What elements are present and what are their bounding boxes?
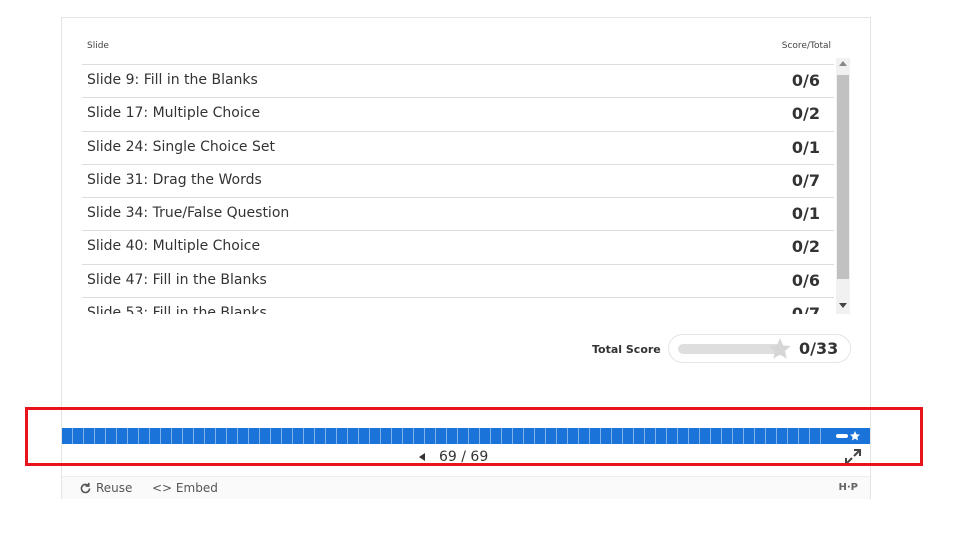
scrollbar-thumb[interactable] [837, 75, 849, 279]
table-row[interactable]: Slide 47: Fill in the Blanks 0/6 [82, 263, 834, 297]
row-slide-name[interactable]: Slide 53: Fill in the Blanks [87, 305, 267, 314]
embed-button[interactable]: <> Embed [152, 481, 218, 495]
h5p-logo[interactable]: H·P [839, 482, 859, 493]
total-score-value: 0/33 [799, 339, 839, 358]
row-slide-name[interactable]: Slide 24: Single Choice Set [87, 139, 275, 155]
table-header: Slide Score/Total [82, 36, 834, 64]
h5p-footer: Reuse <> Embed H·P [62, 476, 870, 499]
row-score: 0/1 [791, 137, 820, 157]
row-score: 0/6 [791, 270, 820, 290]
row-slide-name[interactable]: Slide 34: True/False Question [87, 205, 289, 221]
table-row[interactable]: Slide 17: Multiple Choice 0/2 [82, 97, 834, 130]
star-icon [769, 338, 791, 359]
row-score: 0/6 [791, 71, 820, 90]
row-score: 0/2 [791, 104, 820, 124]
row-slide-name[interactable]: Slide 17: Multiple Choice [87, 105, 260, 121]
row-score: 0/7 [791, 170, 820, 190]
header-score-total: Score/Total [781, 41, 831, 51]
table-row[interactable]: Slide 40: Multiple Choice 0/2 [82, 230, 834, 263]
scroll-up-arrow-icon[interactable] [839, 61, 847, 66]
row-score: 0/7 [791, 304, 820, 314]
row-slide-name[interactable]: Slide 9: Fill in the Blanks [87, 72, 258, 88]
highlight-box [25, 407, 923, 466]
header-slide: Slide [87, 41, 109, 51]
table-row[interactable]: Slide 31: Drag the Words 0/7 [82, 163, 834, 197]
reuse-button[interactable]: Reuse [79, 481, 132, 495]
table-row[interactable]: Slide 9: Fill in the Blanks 0/6 [82, 64, 834, 97]
row-score: 0/1 [791, 204, 820, 224]
summary-table: Slide Score/Total Slide 9: Fill in the B… [82, 36, 850, 314]
table-row[interactable]: Slide 24: Single Choice Set 0/1 [82, 130, 834, 164]
row-score: 0/2 [791, 237, 820, 257]
row-slide-name[interactable]: Slide 47: Fill in the Blanks [87, 272, 267, 288]
table-rows: Slide 9: Fill in the Blanks 0/6 Slide 17… [82, 64, 834, 314]
total-score-pill: 0/33 [668, 334, 851, 363]
table-row[interactable]: Slide 34: True/False Question 0/1 [82, 197, 834, 230]
reuse-label: Reuse [96, 481, 133, 495]
table-scrollbar[interactable] [836, 58, 850, 314]
row-slide-name[interactable]: Slide 40: Multiple Choice [87, 238, 260, 254]
row-slide-name[interactable]: Slide 31: Drag the Words [87, 172, 262, 188]
scroll-down-arrow-icon[interactable] [839, 303, 847, 308]
refresh-icon [80, 482, 91, 493]
table-row[interactable]: Slide 53: Fill in the Blanks 0/7 [82, 297, 834, 314]
total-score-label: Total Score [592, 343, 661, 356]
